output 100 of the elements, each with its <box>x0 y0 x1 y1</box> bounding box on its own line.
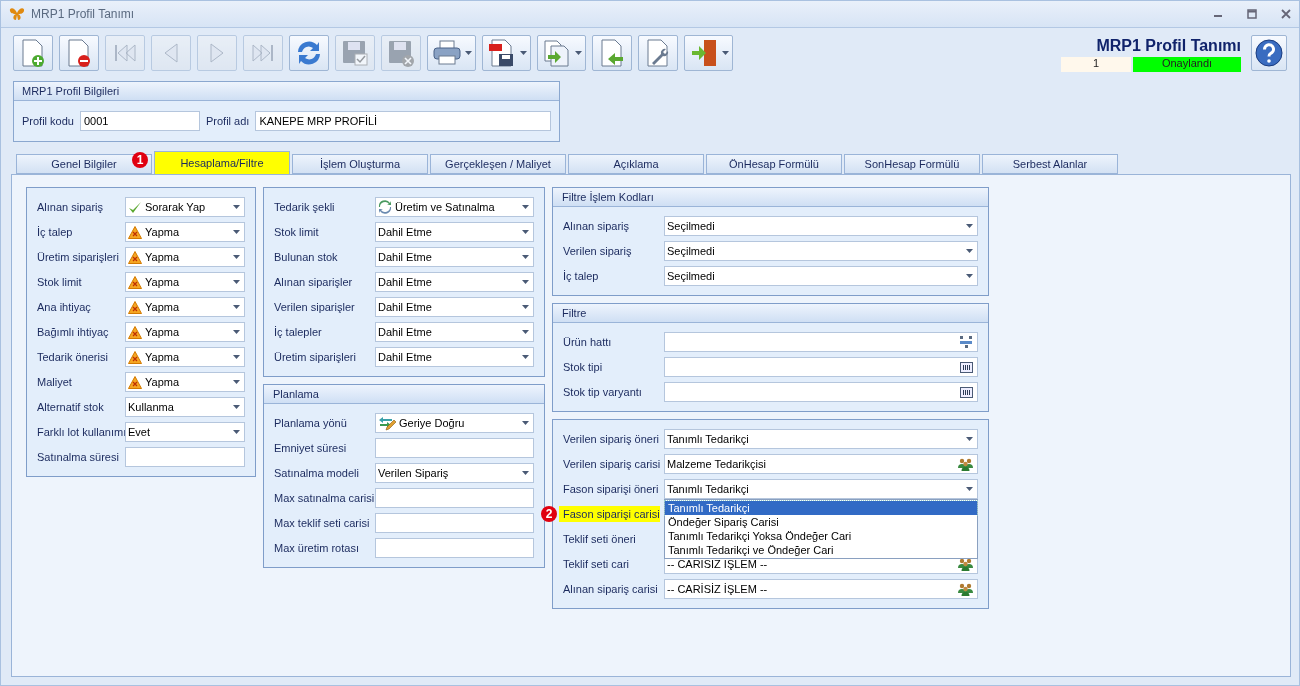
lookup-field[interactable]: -- CARİSİZ İŞLEM -- <box>664 579 978 599</box>
dropdown-field[interactable]: Seçilmedi <box>664 241 978 261</box>
window-title: MRP1 Profil Tanımı <box>31 7 136 21</box>
dropdown-field[interactable]: Yapma <box>125 322 245 342</box>
dropdown-arrow-icon[interactable] <box>233 430 240 434</box>
text-field[interactable] <box>375 538 534 558</box>
import-button[interactable] <box>592 35 632 71</box>
refresh-button[interactable] <box>289 35 329 71</box>
dropdown-arrow-icon[interactable] <box>522 471 529 475</box>
people-icon[interactable] <box>958 557 973 571</box>
maximize-icon[interactable] <box>1247 9 1257 19</box>
tab[interactable]: Serbest Alanlar <box>982 154 1118 174</box>
dropdown-field[interactable]: Yapma <box>125 247 245 267</box>
dropdown-arrow-icon[interactable] <box>966 274 973 278</box>
export-button[interactable] <box>537 35 586 71</box>
dropdown-field[interactable]: Yapma <box>125 272 245 292</box>
dropdown-field[interactable]: Kullanma <box>125 397 245 417</box>
print-button[interactable] <box>427 35 476 71</box>
help-button[interactable] <box>1251 34 1287 71</box>
dropdown-arrow-icon[interactable] <box>966 437 973 441</box>
dropdown-field[interactable]: Geriye Doğru <box>375 413 534 433</box>
field-label: Üretim siparişleri <box>274 351 357 363</box>
list-icon[interactable] <box>960 386 973 398</box>
dropdown-arrow-icon[interactable] <box>522 205 529 209</box>
delete-document-button[interactable] <box>59 35 99 71</box>
text-field[interactable] <box>375 488 534 508</box>
dropdown-arrow-icon[interactable] <box>966 487 973 491</box>
new-document-button[interactable] <box>13 35 53 71</box>
dropdown-arrow-icon[interactable] <box>233 405 240 409</box>
dropdown-arrow-icon[interactable] <box>233 355 240 359</box>
text-field[interactable]: 0001 <box>80 111 200 131</box>
pdf-export-button[interactable] <box>482 35 531 71</box>
tab[interactable]: SonHesap Formülü <box>844 154 980 174</box>
dropdown-arrow-icon[interactable] <box>465 51 472 55</box>
dropdown-field[interactable]: Yapma <box>125 297 245 317</box>
dropdown-field[interactable]: Dahil Etme <box>375 347 534 367</box>
dropdown-arrow-icon[interactable] <box>522 305 529 309</box>
dropdown-arrow-icon[interactable] <box>233 305 240 309</box>
dropdown-arrow-icon[interactable] <box>966 249 973 253</box>
dropdown-field[interactable]: Verilen Sipariş <box>375 463 534 483</box>
tab[interactable]: İşlem Oluşturma <box>292 154 428 174</box>
dropdown-field[interactable]: Dahil Etme <box>375 322 534 342</box>
lookup-field[interactable] <box>664 357 978 377</box>
dropdown-arrow-icon[interactable] <box>966 224 973 228</box>
dropdown-arrow-icon[interactable] <box>522 255 529 259</box>
dropdown-field[interactable]: Üretim ve Satınalma <box>375 197 534 217</box>
record-number: 1 <box>1061 56 1131 72</box>
dropdown-arrow-icon[interactable] <box>522 355 529 359</box>
dropdown-field[interactable]: Dahil Etme <box>375 272 534 292</box>
dropdown-field[interactable]: Tanımlı Tedarikçi <box>664 429 978 449</box>
dropdown-arrow-icon[interactable] <box>575 51 582 55</box>
dropdown-option[interactable]: Öndeğer Sipariş Carisi <box>665 515 977 529</box>
dropdown-option[interactable]: Tanımlı Tedarikçi <box>665 501 977 515</box>
warning-icon <box>128 250 142 264</box>
list-icon[interactable] <box>960 361 973 373</box>
dropdown-field[interactable]: Yapma <box>125 372 245 392</box>
dropdown-arrow-icon[interactable] <box>522 280 529 284</box>
dropdown-field[interactable]: Seçilmedi <box>664 266 978 286</box>
field-label: Verilen sipariş öneri <box>563 433 660 445</box>
field-label: Teklif seti öneri <box>563 533 637 545</box>
dropdown-arrow-icon[interactable] <box>233 330 240 334</box>
people-icon[interactable] <box>958 582 973 596</box>
tab[interactable]: ÖnHesap Formülü <box>706 154 842 174</box>
dropdown-arrow-icon[interactable] <box>233 205 240 209</box>
dropdown-field[interactable]: Dahil Etme <box>375 222 534 242</box>
field-label: Verilen sipariş <box>563 245 633 257</box>
lookup-field[interactable] <box>664 332 978 352</box>
dropdown-arrow-icon[interactable] <box>520 51 527 55</box>
dropdown-arrow-icon[interactable] <box>722 51 729 55</box>
dropdown-arrow-icon[interactable] <box>522 421 529 425</box>
tab[interactable]: Hesaplama/Filtre <box>154 151 290 174</box>
tab[interactable]: Gerçekleşen / Maliyet <box>430 154 566 174</box>
dropdown-field[interactable]: Yapma <box>125 347 245 367</box>
exit-button[interactable] <box>684 35 733 71</box>
tree-icon[interactable] <box>959 335 973 349</box>
settings-button[interactable] <box>638 35 678 71</box>
text-field[interactable] <box>125 447 245 467</box>
lookup-field[interactable] <box>664 382 978 402</box>
dropdown-field[interactable]: Dahil Etme <box>375 247 534 267</box>
dropdown-field[interactable]: Sorarak Yap <box>125 197 245 217</box>
field-label: Emniyet süresi <box>274 442 348 454</box>
close-icon[interactable] <box>1281 9 1291 19</box>
dropdown-arrow-icon[interactable] <box>233 280 240 284</box>
cycle-icon <box>378 200 392 214</box>
tab[interactable]: Açıklama <box>568 154 704 174</box>
dropdown-field[interactable]: Seçilmedi <box>664 216 978 236</box>
dropdown-arrow-icon[interactable] <box>233 380 240 384</box>
text-field[interactable]: KANEPE MRP PROFİLİ <box>255 111 551 131</box>
dropdown-arrow-icon[interactable] <box>522 230 529 234</box>
text-field[interactable] <box>375 438 534 458</box>
people-icon[interactable] <box>958 457 973 471</box>
warning-icon <box>128 275 142 289</box>
dropdown-arrow-icon[interactable] <box>522 330 529 334</box>
dropdown-field[interactable]: Dahil Etme <box>375 297 534 317</box>
dropdown-field[interactable]: Evet <box>125 422 245 442</box>
dropdown-arrow-icon[interactable] <box>233 230 240 234</box>
dropdown-arrow-icon[interactable] <box>233 255 240 259</box>
dropdown-field[interactable]: Yapma <box>125 222 245 242</box>
lookup-field[interactable]: Malzeme Tedarikçisi <box>664 454 978 474</box>
text-field[interactable] <box>375 513 534 533</box>
